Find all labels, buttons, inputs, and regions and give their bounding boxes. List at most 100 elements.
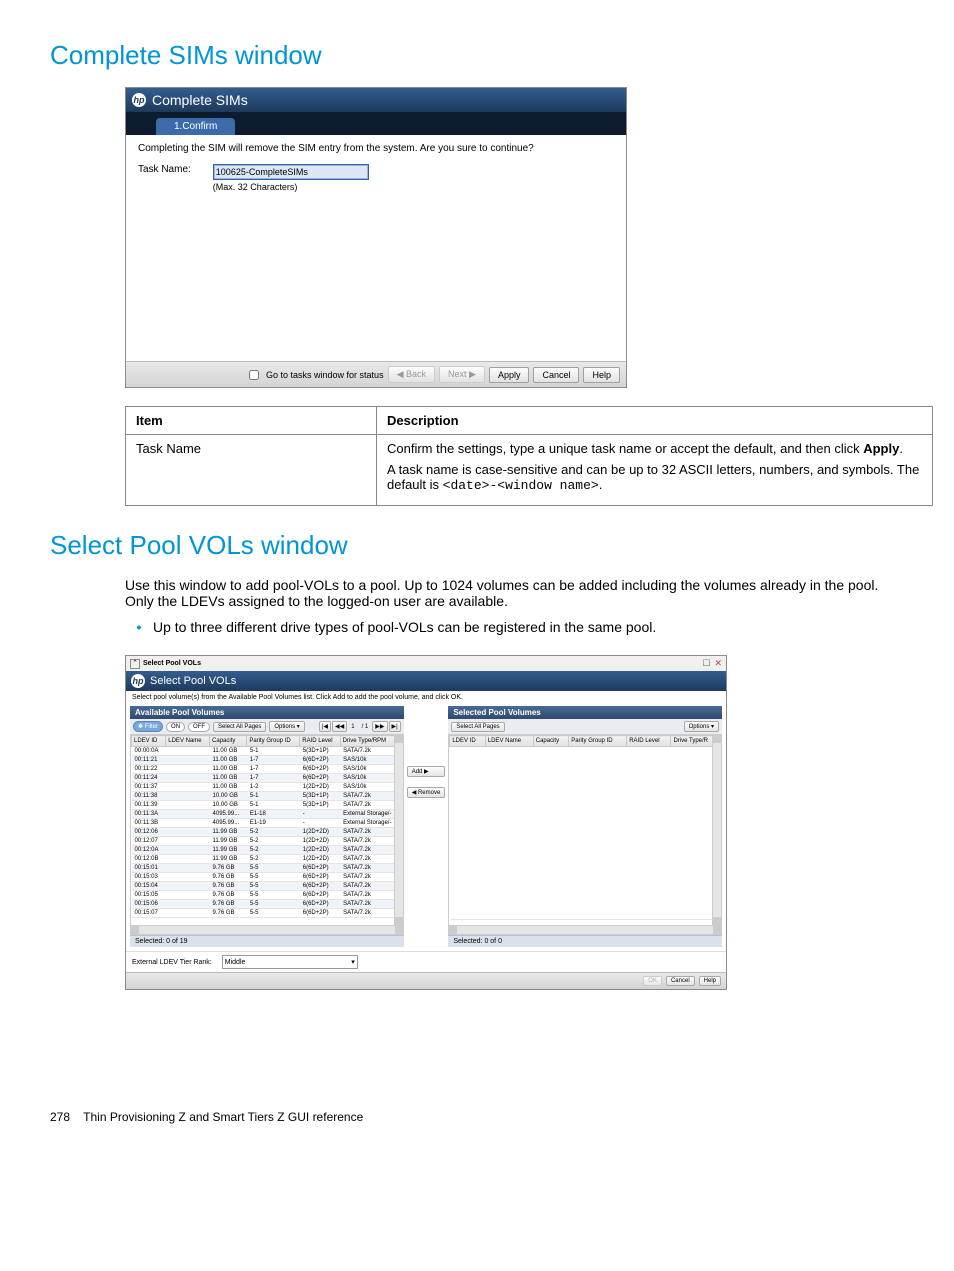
pager-prev-button[interactable]: ◀◀ xyxy=(332,721,347,732)
cancel-button[interactable]: Cancel xyxy=(666,976,695,986)
ok-button[interactable]: OK xyxy=(643,976,662,986)
col-header[interactable]: LDEV ID xyxy=(450,736,485,747)
table-row[interactable]: 00:11:2111.00 GB1-76(6D+2P)SAS/10k xyxy=(132,756,403,765)
apply-button[interactable]: Apply xyxy=(489,367,530,383)
options-button[interactable]: Options ▾ xyxy=(269,721,304,732)
table-row[interactable]: 00:11:3711.00 GB1-21(2D+2D)SAS/10k xyxy=(132,783,403,792)
filter-button[interactable]: ✽ Filter xyxy=(133,721,163,732)
horizontal-scrollbar[interactable] xyxy=(130,926,404,935)
help-button[interactable]: Help xyxy=(699,976,721,986)
desc-task-name: Confirm the settings, type a unique task… xyxy=(377,435,933,506)
available-table[interactable]: LDEV IDLDEV NameCapacityParity Group IDR… xyxy=(131,735,403,918)
table-row[interactable]: 00:15:049.76 GB5-56(6D+2P)SATA/7.2k xyxy=(132,882,403,891)
col-header[interactable]: Parity Group ID xyxy=(569,736,627,747)
heading-complete-sims: Complete SIMs window xyxy=(50,40,904,71)
outer-title: Select Pool VOLs xyxy=(143,660,201,667)
back-button[interactable]: ◀ Back xyxy=(388,366,435,383)
available-table-wrap: LDEV IDLDEV NameCapacityParity Group IDR… xyxy=(130,735,404,926)
col-header[interactable]: Parity Group ID xyxy=(247,736,300,747)
table-row[interactable]: 00:11:3810.00 GB5-15(3D+1P)SATA/7.2k xyxy=(132,792,403,801)
description-table: Item Description Task Name Confirm the s… xyxy=(125,406,933,506)
pager-next-button[interactable]: ▶▶ xyxy=(372,721,387,732)
vertical-scrollbar[interactable] xyxy=(394,735,403,925)
page-number: 278 xyxy=(50,1110,70,1124)
available-volumes-panel: Available Pool Volumes ✽ Filter ON OFF S… xyxy=(130,706,404,947)
outer-titlebar: ⌃ Select Pool VOLs ☐ ✕ xyxy=(126,656,726,671)
inner-titlebar: hp Select Pool VOLs xyxy=(126,671,726,691)
goto-tasks-checkbox[interactable] xyxy=(249,370,259,380)
table-row[interactable]: 00:11:2211.00 GB1-76(6D+2P)SAS/10k xyxy=(132,765,403,774)
select-all-pages-button[interactable]: Select All Pages xyxy=(213,722,266,732)
col-header[interactable]: RAID Level xyxy=(627,736,671,747)
table-row[interactable]: 00:12:0611.99 GB5-21(2D+2D)SATA/7.2k xyxy=(132,828,403,837)
task-name-input[interactable] xyxy=(213,164,369,180)
remove-button[interactable]: ◀ Remove xyxy=(407,787,446,798)
transfer-buttons: Add ▶ ◀ Remove xyxy=(407,706,446,858)
horizontal-scrollbar-right[interactable] xyxy=(448,926,722,935)
task-name-label: Task Name: xyxy=(138,164,191,175)
available-header: Available Pool Volumes xyxy=(130,706,404,719)
selected-header: Selected Pool Volumes xyxy=(448,706,722,719)
tier-rank-label: External LDEV Tier Rank: xyxy=(132,959,212,966)
pool-dialog-footer: OK Cancel Help xyxy=(126,972,726,989)
tier-rank-dropdown[interactable]: Middle▾ xyxy=(222,955,358,969)
table-row[interactable]: 00:11:3B4095.99...E1-19-External Storage… xyxy=(132,819,403,828)
pool-intro-text: Use this window to add pool-VOLs to a po… xyxy=(125,577,904,609)
options-button-right[interactable]: Options ▾ xyxy=(684,721,719,732)
col-item: Item xyxy=(126,407,377,435)
col-header[interactable]: LDEV Name xyxy=(166,736,210,747)
col-header[interactable]: RAID Level xyxy=(300,736,340,747)
maximize-icon[interactable]: ☐ xyxy=(702,658,710,669)
filter-on-toggle[interactable]: ON xyxy=(166,722,185,732)
collapse-icon[interactable]: ⌃ xyxy=(130,659,140,669)
available-selected-status: Selected: 0 of 19 xyxy=(130,935,404,947)
chevron-down-icon: ▾ xyxy=(351,958,355,966)
table-row[interactable]: 00:15:079.76 GB5-56(6D+2P)SATA/7.2k xyxy=(132,909,403,918)
hp-logo-icon: hp xyxy=(132,93,146,107)
col-header[interactable]: LDEV ID xyxy=(132,736,166,747)
item-task-name: Task Name xyxy=(126,435,377,506)
dialog-footer: Go to tasks window for status ◀ Back Nex… xyxy=(126,361,626,387)
pool-bullet-item: Up to three different drive types of poo… xyxy=(125,619,904,635)
table-row[interactable]: 00:12:0711.99 GB5-21(2D+2D)SATA/7.2k xyxy=(132,837,403,846)
table-row[interactable]: 00:11:3A4095.99...E1-18-External Storage… xyxy=(132,810,403,819)
table-row[interactable]: 00:11:2411.00 GB1-76(6D+2P)SAS/10k xyxy=(132,774,403,783)
pager-first-button[interactable]: |◀ xyxy=(319,721,331,732)
table-row[interactable]: 00:11:3910.00 GB5-15(3D+1P)SATA/7.2k xyxy=(132,801,403,810)
select-pool-vols-dialog: ⌃ Select Pool VOLs ☐ ✕ hp Select Pool VO… xyxy=(125,655,727,990)
col-header[interactable]: Capacity xyxy=(210,736,247,747)
select-all-pages-button-right[interactable]: Select All Pages xyxy=(451,722,504,732)
pager-last-button[interactable]: ▶| xyxy=(389,721,401,732)
complete-sims-dialog: hp Complete SIMs 1.Confirm Completing th… xyxy=(125,87,627,388)
col-header[interactable]: Capacity xyxy=(533,736,568,747)
close-icon[interactable]: ✕ xyxy=(714,658,722,669)
pager-current: 1 xyxy=(348,724,357,730)
cancel-button[interactable]: Cancel xyxy=(533,367,579,383)
tier-rank-row: External LDEV Tier Rank: Middle▾ xyxy=(126,951,726,972)
table-row[interactable]: 00:12:0B11.99 GB5-21(2D+2D)SATA/7.2k xyxy=(132,855,403,864)
tab-confirm[interactable]: 1.Confirm xyxy=(156,118,235,135)
hp-logo-icon: hp xyxy=(131,674,145,688)
next-button[interactable]: Next ▶ xyxy=(439,366,485,383)
selected-table-wrap: LDEV IDLDEV NameCapacityParity Group IDR… xyxy=(448,735,722,926)
table-row[interactable]: 00:00:0A11.00 GB5-15(3D+1P)SATA/7.2k xyxy=(132,747,403,756)
footer-text: Thin Provisioning Z and Smart Tiers Z GU… xyxy=(83,1110,363,1124)
confirm-warning-text: Completing the SIM will remove the SIM e… xyxy=(138,143,614,154)
selected-table[interactable]: LDEV IDLDEV NameCapacityParity Group IDR… xyxy=(449,735,721,920)
table-row[interactable]: 00:15:039.76 GB5-56(6D+2P)SATA/7.2k xyxy=(132,873,403,882)
wizard-tabs: 1.Confirm xyxy=(126,112,626,135)
table-row[interactable]: 00:15:069.76 GB5-56(6D+2P)SATA/7.2k xyxy=(132,900,403,909)
table-row[interactable]: 00:15:019.76 GB5-56(6D+2P)SATA/7.2k xyxy=(132,864,403,873)
selected-selected-status: Selected: 0 of 0 xyxy=(448,935,722,947)
page-footer: 278 Thin Provisioning Z and Smart Tiers … xyxy=(50,1110,904,1124)
vertical-scrollbar-right[interactable] xyxy=(712,735,721,925)
table-row[interactable]: 00:12:0A11.99 GB5-21(2D+2D)SATA/7.2k xyxy=(132,846,403,855)
col-header[interactable]: LDEV Name xyxy=(485,736,533,747)
goto-tasks-label: Go to tasks window for status xyxy=(266,370,384,380)
add-button[interactable]: Add ▶ xyxy=(407,766,446,777)
col-description: Description xyxy=(377,407,933,435)
table-row[interactable]: 00:15:059.76 GB5-56(6D+2P)SATA/7.2k xyxy=(132,891,403,900)
filter-off-toggle[interactable]: OFF xyxy=(188,722,210,732)
heading-select-pool-vols: Select Pool VOLs window xyxy=(50,530,904,561)
help-button[interactable]: Help xyxy=(583,367,620,383)
